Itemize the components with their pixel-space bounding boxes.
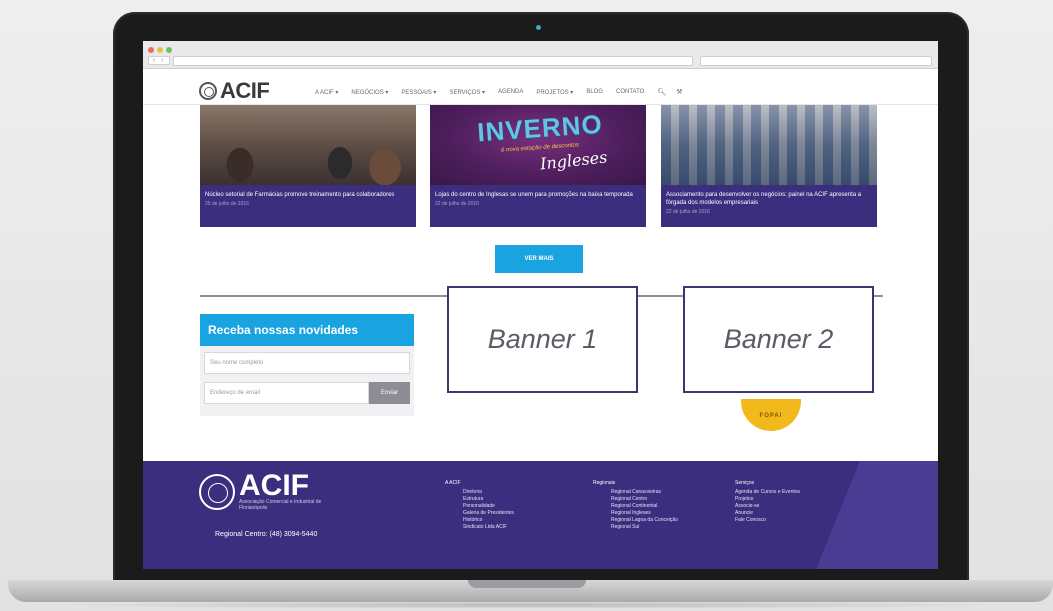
newsletter-title: Receba nossas novidades	[200, 314, 414, 346]
ver-mais-button[interactable]: VER MAIS	[495, 245, 583, 273]
footer-link[interactable]: Galeria de Presidentes	[463, 510, 514, 517]
laptop-shadow	[40, 601, 1020, 609]
news-card[interactable]: Associamento para desenvolver os negócio…	[661, 105, 877, 227]
footer-logo[interactable]: ACIF Associação Comercial e Industrial d…	[199, 469, 329, 512]
news-date: 25 de julho de 2016	[205, 201, 249, 207]
news-card[interactable]: INVERNO é nova estação de descontos Ingl…	[430, 105, 646, 227]
footer-link[interactable]: Regional Ingleses	[611, 510, 678, 517]
footer-link[interactable]: Regional Continental	[611, 503, 678, 510]
footer-logo-subtitle: Associação Comercial e Industrial de Flo…	[239, 499, 322, 511]
news-title[interactable]: Núcleo setorial de Farmácias promove tre…	[205, 191, 411, 199]
footer-link[interactable]: Regional Lagoa da Conceição	[611, 517, 678, 524]
footer-column-regionais: Regionais Regional Canasvieiras Regional…	[593, 480, 678, 531]
award-badge: FOPAI	[741, 399, 801, 431]
footer-link[interactable]: Fale Conosco	[735, 517, 800, 524]
footer-link[interactable]: Histórico	[463, 517, 514, 524]
news-date: 22 de julho de 2016	[435, 201, 479, 207]
news-date: 22 de julho de 2016	[666, 209, 710, 215]
footer-link[interactable]: Personalidade	[463, 503, 514, 510]
footer-link[interactable]: Regional Sul	[611, 524, 678, 531]
page-content: Núcleo setorial de Farmácias promove tre…	[143, 41, 938, 569]
newsletter-send-button[interactable]: Enviar	[369, 382, 410, 404]
news-caption: Lojas do centro de Inglesas se unem para…	[430, 185, 646, 227]
news-image-script: Ingleses	[539, 147, 609, 174]
footer-logo-text: ACIF	[239, 469, 309, 502]
news-title[interactable]: Associamento para desenvolver os negócio…	[666, 191, 872, 207]
footer-link[interactable]: Sindicato Ltda ACIF	[463, 524, 514, 531]
footer-column-acif: A ACIF Diretoria Estrutura Personalidade…	[445, 480, 514, 531]
footer-column-title: Serviços	[735, 480, 755, 486]
footer-decoration	[816, 461, 938, 569]
footer-link[interactable]: Estrutura	[463, 496, 514, 503]
footer-logo-block: ACIF Associação Comercial e Industrial d…	[239, 469, 329, 512]
news-card[interactable]: Núcleo setorial de Farmácias promove tre…	[200, 105, 416, 227]
footer-column-title: Regionais	[593, 480, 616, 486]
footer-column-servicos: Serviços Agenda de Cursos e Eventos Proj…	[735, 480, 800, 524]
newsletter-name-input[interactable]: Seu nome completo	[204, 352, 410, 374]
news-caption: Associamento para desenvolver os negócio…	[661, 185, 877, 227]
newsletter-email-input[interactable]: Endereço de email	[204, 382, 369, 404]
news-photo	[200, 105, 416, 185]
news-photo	[661, 105, 877, 185]
footer-link[interactable]: Projetos	[735, 496, 800, 503]
news-title[interactable]: Lojas do centro de Inglesas se unem para…	[435, 191, 641, 199]
news-photo: INVERNO é nova estação de descontos Ingl…	[430, 105, 646, 185]
footer-column-title: A ACIF	[445, 480, 461, 486]
award-badge-circle: FOPAI	[741, 399, 801, 431]
footer-link[interactable]: Anuncie	[735, 510, 800, 517]
acif-seal-icon	[199, 474, 235, 510]
laptop-notch	[468, 580, 586, 588]
news-caption: Núcleo setorial de Farmácias promove tre…	[200, 185, 416, 227]
footer-phone: Regional Centro: (48) 3094-5440	[215, 531, 318, 538]
banner-2[interactable]: Banner 2	[683, 286, 874, 393]
footer-link[interactable]: Diretoria	[463, 489, 514, 496]
camera-icon	[536, 25, 541, 30]
footer-link[interactable]: Regional Centro	[611, 496, 678, 503]
footer-link[interactable]: Associe-se	[735, 503, 800, 510]
footer-link[interactable]: Agenda de Cursos e Eventos	[735, 489, 800, 496]
banner-1[interactable]: Banner 1	[447, 286, 638, 393]
footer-link[interactable]: Regional Canasvieiras	[611, 489, 678, 496]
award-badge-text: FOPAI	[759, 413, 783, 419]
